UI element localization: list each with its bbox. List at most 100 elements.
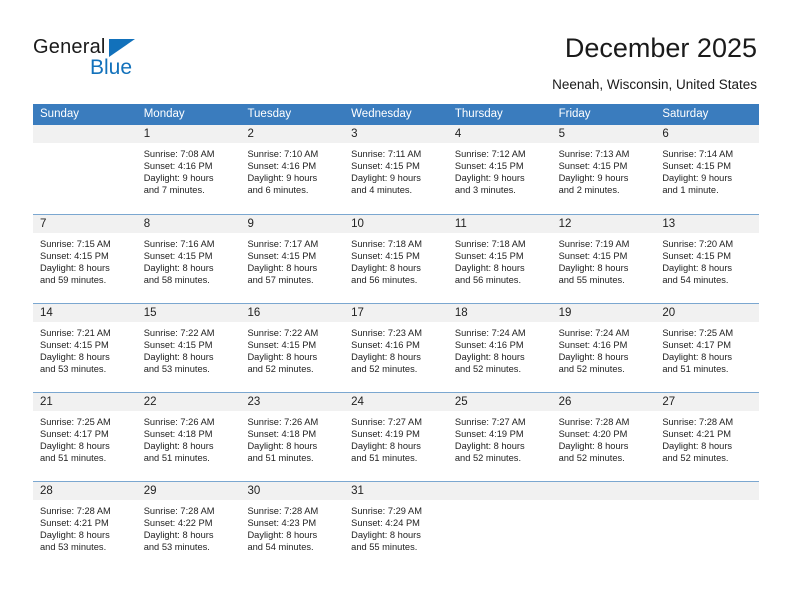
day-number: 7 — [40, 218, 47, 230]
weekday-header-monday: Monday — [143, 108, 185, 120]
daylight-text-line1: Daylight: 9 hours — [143, 173, 214, 184]
day-details — [448, 500, 552, 505]
day-cell[interactable]: 7 Sunrise: 7:15 AM Sunset: 4:15 PM Dayli… — [33, 215, 137, 303]
day-number-band — [33, 125, 137, 143]
day-cell[interactable]: 5 Sunrise: 7:13 AM Sunset: 4:15 PM Dayli… — [551, 125, 656, 214]
sunrise-text: Sunrise: 7:16 AM — [143, 239, 215, 249]
day-details: Sunrise: 7:18 AM Sunset: 4:15 PM Dayligh… — [448, 233, 552, 286]
day-cell[interactable]: 24 Sunrise: 7:27 AM Sunset: 4:19 PM Dayl… — [344, 393, 448, 481]
day-number-band: 11 — [447, 215, 552, 233]
day-cell[interactable]: 27 Sunrise: 7:28 AM Sunset: 4:21 PM Dayl… — [655, 393, 760, 481]
day-cell[interactable] — [655, 482, 760, 570]
day-cell[interactable] — [33, 125, 137, 214]
day-details: Sunrise: 7:26 AM Sunset: 4:18 PM Dayligh… — [240, 411, 344, 464]
day-cell[interactable]: 9 Sunrise: 7:17 AM Sunset: 4:15 PM Dayli… — [240, 215, 345, 303]
week-row: 21 Sunrise: 7:25 AM Sunset: 4:17 PM Dayl… — [33, 392, 760, 481]
logo-text-blue: Blue — [90, 56, 133, 79]
day-cell[interactable]: 30 Sunrise: 7:28 AM Sunset: 4:23 PM Dayl… — [240, 482, 345, 570]
day-number: 25 — [454, 396, 468, 408]
day-cell[interactable]: 13 Sunrise: 7:20 AM Sunset: 4:15 PM Dayl… — [655, 215, 760, 303]
daylight-text-line1: Daylight: 8 hours — [247, 530, 318, 541]
sunset-text: Sunset: 4:18 PM — [247, 429, 317, 440]
day-cell[interactable]: 6 Sunrise: 7:14 AM Sunset: 4:15 PM Dayli… — [655, 125, 760, 214]
day-cell[interactable] — [447, 482, 552, 570]
day-cell[interactable]: 18 Sunrise: 7:24 AM Sunset: 4:16 PM Dayl… — [447, 304, 552, 392]
day-number: 27 — [662, 396, 676, 408]
day-cell[interactable]: 19 Sunrise: 7:24 AM Sunset: 4:16 PM Dayl… — [551, 304, 656, 392]
day-details: Sunrise: 7:10 AM Sunset: 4:16 PM Dayligh… — [240, 143, 344, 196]
day-details: Sunrise: 7:26 AM Sunset: 4:18 PM Dayligh… — [137, 411, 241, 464]
day-cell[interactable]: 3 Sunrise: 7:11 AM Sunset: 4:15 PM Dayli… — [344, 125, 448, 214]
day-cell[interactable]: 17 Sunrise: 7:23 AM Sunset: 4:16 PM Dayl… — [344, 304, 448, 392]
sunrise-text: Sunrise: 7:25 AM — [662, 328, 734, 338]
daylight-text-line2: and 59 minutes. — [40, 275, 107, 286]
sunrise-text: Sunrise: 7:26 AM — [143, 417, 215, 427]
day-cell[interactable]: 26 Sunrise: 7:28 AM Sunset: 4:20 PM Dayl… — [551, 393, 656, 481]
day-cell[interactable] — [551, 482, 656, 570]
day-cell[interactable]: 15 Sunrise: 7:22 AM Sunset: 4:15 PM Dayl… — [136, 304, 241, 392]
sunrise-text: Sunrise: 7:12 AM — [454, 149, 526, 159]
day-number: 9 — [247, 218, 254, 230]
day-cell[interactable]: 16 Sunrise: 7:22 AM Sunset: 4:15 PM Dayl… — [240, 304, 345, 392]
day-number: 24 — [351, 396, 364, 408]
day-details: Sunrise: 7:28 AM Sunset: 4:21 PM Dayligh… — [33, 500, 137, 553]
sunrise-text: Sunrise: 7:13 AM — [558, 149, 630, 159]
daylight-text-line2: and 51 minutes. — [351, 453, 418, 464]
daylight-text-line1: Daylight: 8 hours — [351, 530, 421, 541]
day-details: Sunrise: 7:13 AM Sunset: 4:15 PM Dayligh… — [552, 143, 656, 196]
day-details: Sunrise: 7:25 AM Sunset: 4:17 PM Dayligh… — [33, 411, 137, 464]
day-details: Sunrise: 7:23 AM Sunset: 4:16 PM Dayligh… — [344, 322, 448, 375]
day-details: Sunrise: 7:11 AM Sunset: 4:15 PM Dayligh… — [344, 143, 448, 196]
generalblue-logo[interactable]: General Blue — [33, 36, 233, 82]
day-details: Sunrise: 7:27 AM Sunset: 4:19 PM Dayligh… — [344, 411, 448, 464]
day-number-band: 15 — [136, 304, 241, 322]
day-details: Sunrise: 7:21 AM Sunset: 4:15 PM Dayligh… — [33, 322, 137, 375]
day-cell[interactable]: 10 Sunrise: 7:18 AM Sunset: 4:15 PM Dayl… — [344, 215, 448, 303]
day-cell[interactable]: 11 Sunrise: 7:18 AM Sunset: 4:15 PM Dayl… — [447, 215, 552, 303]
day-cell[interactable]: 23 Sunrise: 7:26 AM Sunset: 4:18 PM Dayl… — [240, 393, 345, 481]
day-cell[interactable]: 4 Sunrise: 7:12 AM Sunset: 4:15 PM Dayli… — [447, 125, 552, 214]
day-cell[interactable]: 31 Sunrise: 7:29 AM Sunset: 4:24 PM Dayl… — [344, 482, 448, 570]
daylight-text-line1: Daylight: 8 hours — [351, 352, 421, 363]
sunset-text: Sunset: 4:15 PM — [558, 161, 628, 172]
sunrise-text: Sunrise: 7:14 AM — [662, 149, 734, 159]
daylight-text-line1: Daylight: 8 hours — [40, 530, 110, 541]
day-cell[interactable]: 21 Sunrise: 7:25 AM Sunset: 4:17 PM Dayl… — [33, 393, 137, 481]
sunrise-text: Sunrise: 7:17 AM — [247, 239, 319, 249]
sunrise-text: Sunrise: 7:25 AM — [40, 417, 111, 427]
daylight-text-line2: and 54 minutes. — [662, 275, 729, 286]
daylight-text-line1: Daylight: 8 hours — [558, 352, 629, 363]
sunset-text: Sunset: 4:18 PM — [143, 429, 213, 440]
day-cell[interactable]: 1 Sunrise: 7:08 AM Sunset: 4:16 PM Dayli… — [136, 125, 241, 214]
page-location: Neenah, Wisconsin, United States — [552, 77, 757, 92]
day-cell[interactable]: 2 Sunrise: 7:10 AM Sunset: 4:16 PM Dayli… — [240, 125, 345, 214]
sunrise-text: Sunrise: 7:27 AM — [454, 417, 526, 427]
day-number-band — [551, 482, 656, 500]
day-number-band: 18 — [447, 304, 552, 322]
day-cell[interactable]: 14 Sunrise: 7:21 AM Sunset: 4:15 PM Dayl… — [33, 304, 137, 392]
day-number: 6 — [662, 128, 669, 140]
day-cell[interactable]: 22 Sunrise: 7:26 AM Sunset: 4:18 PM Dayl… — [136, 393, 241, 481]
sunrise-text: Sunrise: 7:26 AM — [247, 417, 319, 427]
sunrise-text: Sunrise: 7:24 AM — [558, 328, 630, 338]
sunset-text: Sunset: 4:15 PM — [351, 251, 420, 262]
day-cell[interactable]: 12 Sunrise: 7:19 AM Sunset: 4:15 PM Dayl… — [551, 215, 656, 303]
daylight-text-line2: and 56 minutes. — [351, 275, 418, 286]
day-details: Sunrise: 7:14 AM Sunset: 4:15 PM Dayligh… — [655, 143, 759, 196]
sunrise-text: Sunrise: 7:28 AM — [662, 417, 734, 427]
day-number-band — [447, 482, 552, 500]
day-number-band: 26 — [551, 393, 656, 411]
day-number-band: 31 — [344, 482, 448, 500]
day-details: Sunrise: 7:17 AM Sunset: 4:15 PM Dayligh… — [240, 233, 344, 286]
daylight-text-line1: Daylight: 8 hours — [662, 441, 733, 452]
day-number-band: 20 — [655, 304, 760, 322]
sunset-text: Sunset: 4:22 PM — [143, 518, 213, 529]
day-cell[interactable]: 8 Sunrise: 7:16 AM Sunset: 4:15 PM Dayli… — [136, 215, 241, 303]
daylight-text-line1: Daylight: 8 hours — [247, 441, 318, 452]
day-cell[interactable]: 20 Sunrise: 7:25 AM Sunset: 4:17 PM Dayl… — [655, 304, 760, 392]
day-cell[interactable]: 25 Sunrise: 7:27 AM Sunset: 4:19 PM Dayl… — [447, 393, 552, 481]
sunset-text: Sunset: 4:15 PM — [143, 340, 213, 351]
day-cell[interactable]: 28 Sunrise: 7:28 AM Sunset: 4:21 PM Dayl… — [33, 482, 137, 570]
day-cell[interactable]: 29 Sunrise: 7:28 AM Sunset: 4:22 PM Dayl… — [136, 482, 241, 570]
day-details: Sunrise: 7:20 AM Sunset: 4:15 PM Dayligh… — [655, 233, 759, 286]
